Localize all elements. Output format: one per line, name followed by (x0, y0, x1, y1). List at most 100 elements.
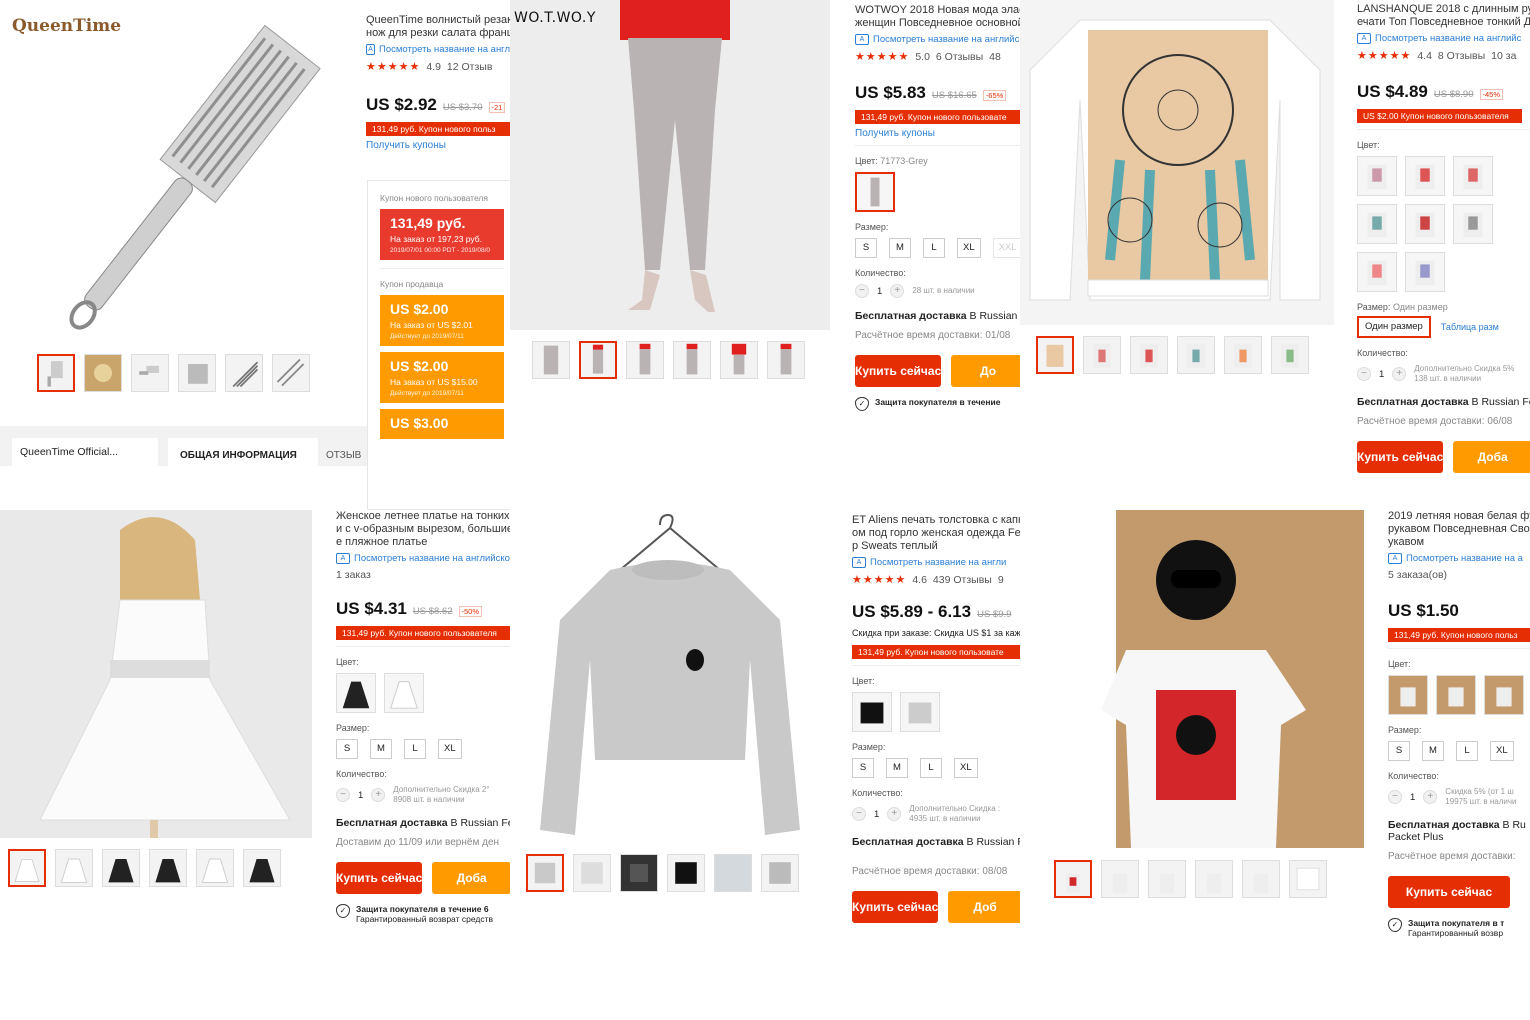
color-swatch[interactable] (855, 172, 895, 212)
product-title[interactable]: Женское летнее платье на тонких б и с v-… (336, 510, 510, 549)
color-swatch[interactable] (1405, 252, 1445, 292)
quantity-value[interactable]: 1 (874, 809, 879, 820)
thumbnail[interactable] (667, 854, 705, 892)
thumbnail[interactable] (673, 341, 711, 379)
translate-link[interactable]: A Посмотреть название на а (1388, 553, 1530, 564)
thumbnail[interactable] (720, 341, 758, 379)
translate-link[interactable]: A Посмотреть название на англи (852, 557, 1020, 568)
thumbnail[interactable] (1148, 860, 1186, 898)
size-option[interactable]: M (889, 238, 911, 258)
color-swatch[interactable] (1453, 204, 1493, 244)
translate-link[interactable]: A Посмотреть название на английско (336, 553, 510, 564)
reviews-link[interactable]: 439 Отзывы (933, 574, 992, 586)
color-swatch[interactable] (1405, 204, 1445, 244)
shipping-dest-link[interactable]: В Russian Fe (451, 817, 510, 829)
product-image[interactable] (510, 0, 830, 330)
thumbnail[interactable] (8, 849, 46, 887)
thumbnail[interactable] (84, 354, 122, 392)
product-image[interactable] (20, 20, 350, 340)
size-option[interactable]: L (1456, 741, 1478, 761)
buy-now-button[interactable]: Купить сейчас (1357, 441, 1444, 473)
buy-now-button[interactable]: Купить сейчас (336, 862, 423, 894)
buy-now-button[interactable]: Купить сейчас (852, 891, 939, 923)
quantity-value[interactable]: 1 (877, 286, 882, 297)
quantity-value[interactable]: 1 (1410, 792, 1415, 803)
plus-button[interactable]: + (371, 788, 386, 802)
product-title[interactable]: QueenTime волнистый резак нож для резки … (366, 14, 510, 40)
translate-link[interactable]: A Посмотреть название на английс (855, 34, 1020, 45)
size-option[interactable]: Один размер (1357, 316, 1431, 338)
size-option[interactable]: S (1388, 741, 1410, 761)
tab-general-info[interactable]: ОБЩАЯ ИНФОРМАЦИЯ (168, 438, 318, 466)
get-coupons-link[interactable]: Получить купоны (855, 128, 1020, 139)
thumbnail[interactable] (1054, 860, 1092, 898)
thumbnail[interactable] (1101, 860, 1139, 898)
thumbnail[interactable] (37, 354, 75, 392)
product-title[interactable]: ET Aliens печать толстовка с капю ом под… (852, 514, 1020, 553)
product-image[interactable] (1026, 510, 1364, 848)
translate-link[interactable]: A Посмотреть название на англ (366, 44, 510, 55)
product-title[interactable]: WOTWOY 2018 Новая мода эласти женщин Пов… (855, 4, 1020, 30)
size-option[interactable]: XL (438, 739, 462, 759)
thumbnail[interactable] (532, 341, 570, 379)
color-swatch[interactable] (1357, 252, 1397, 292)
buy-now-button[interactable]: Купить сейчас (1388, 876, 1510, 908)
add-to-cart-button[interactable]: Доба (1453, 441, 1530, 473)
translate-link[interactable]: A Посмотреть название на английс (1357, 33, 1530, 44)
thumbnail[interactable] (620, 854, 658, 892)
thumbnail[interactable] (526, 854, 564, 892)
shipping-dest-link[interactable]: В Russian F (967, 836, 1020, 848)
color-swatch[interactable] (900, 692, 940, 732)
plus-button[interactable]: + (1423, 790, 1438, 804)
size-option[interactable]: XXL (992, 238, 1020, 258)
thumbnail[interactable] (1271, 336, 1309, 374)
size-option[interactable]: M (370, 739, 392, 759)
thumbnail[interactable] (1195, 860, 1233, 898)
minus-button[interactable]: − (852, 807, 866, 821)
color-swatch[interactable] (384, 673, 424, 713)
size-option[interactable]: S (855, 238, 877, 258)
color-swatch[interactable] (1388, 675, 1428, 715)
thumbnail[interactable] (55, 849, 93, 887)
size-option[interactable]: M (886, 758, 908, 778)
minus-button[interactable]: − (336, 788, 350, 802)
thumbnail[interactable] (761, 854, 799, 892)
seller-coupon[interactable]: US $3.00 (380, 409, 504, 439)
quantity-value[interactable]: 1 (358, 790, 363, 801)
seller-coupon[interactable]: US $2.00 На заказ от US $15.00 Действует… (380, 352, 504, 403)
thumbnail[interactable] (1083, 336, 1121, 374)
thumbnail[interactable] (767, 341, 805, 379)
add-to-cart-button[interactable]: Доба (432, 862, 510, 894)
product-image[interactable] (1020, 0, 1334, 325)
tab-reviews[interactable]: ОТЗЫВ (326, 450, 361, 461)
thumbnail[interactable] (1177, 336, 1215, 374)
product-title[interactable]: LANSHANQUE 2018 с длинным рука ечати Топ… (1357, 3, 1530, 29)
thumbnail[interactable] (1130, 336, 1168, 374)
reviews-link[interactable]: 8 Отзывы (1438, 50, 1485, 62)
minus-button[interactable]: − (1388, 790, 1402, 804)
size-option[interactable]: XL (1490, 741, 1514, 761)
thumbnail[interactable] (149, 849, 187, 887)
add-to-cart-button[interactable]: До (951, 355, 1020, 387)
buy-now-button[interactable]: Купить сейчас (855, 355, 942, 387)
product-image[interactable] (0, 510, 312, 838)
plus-button[interactable]: + (1392, 367, 1407, 381)
thumbnail[interactable] (131, 354, 169, 392)
thumbnail[interactable] (102, 849, 140, 887)
thumbnail[interactable] (579, 341, 617, 379)
color-swatch[interactable] (1357, 204, 1397, 244)
thumbnail[interactable] (1036, 336, 1074, 374)
quantity-value[interactable]: 1 (1379, 369, 1384, 380)
thumbnail[interactable] (243, 849, 281, 887)
color-swatch[interactable] (1357, 156, 1397, 196)
size-option[interactable]: L (923, 238, 945, 258)
size-option[interactable]: XL (957, 238, 981, 258)
size-option[interactable]: S (336, 739, 358, 759)
product-image[interactable] (510, 510, 830, 845)
reviews-link[interactable]: 6 Отзывы (936, 51, 983, 63)
minus-button[interactable]: − (1357, 367, 1371, 381)
store-name[interactable]: QueenTime Official... (12, 438, 158, 466)
color-swatch[interactable] (852, 692, 892, 732)
reviews-link[interactable]: 12 Отзыв (447, 61, 493, 73)
add-to-cart-button[interactable]: Доб (948, 891, 1020, 923)
